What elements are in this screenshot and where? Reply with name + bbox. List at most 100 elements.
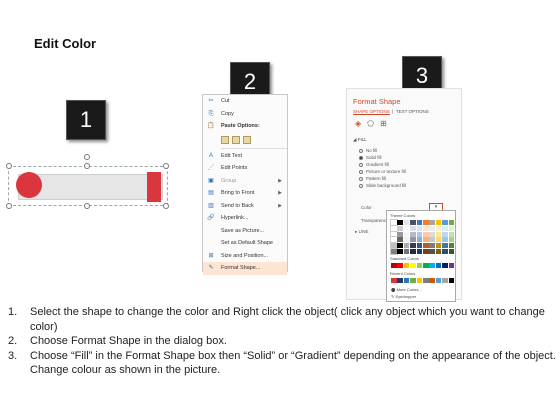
resize-handle[interactable] (6, 203, 12, 209)
menu-item-send-to-back[interactable]: ▥ Send to Back ▶ (203, 200, 287, 213)
color-swatch[interactable] (422, 248, 429, 254)
rotate-handle[interactable] (84, 154, 90, 160)
menu-item-edit-text[interactable]: A Edit Text (203, 150, 287, 163)
resize-handle[interactable] (6, 163, 12, 169)
color-swatch[interactable] (416, 263, 423, 268)
color-swatch[interactable] (448, 225, 455, 231)
color-swatch[interactable] (448, 231, 455, 237)
color-swatch[interactable] (397, 243, 403, 249)
color-swatch[interactable] (429, 263, 435, 268)
color-swatch[interactable] (422, 263, 429, 268)
radio-solid-fill[interactable]: Solid fill (359, 154, 406, 161)
shape-end-cap[interactable] (147, 172, 161, 202)
color-swatch[interactable] (435, 243, 442, 249)
color-swatch[interactable] (403, 237, 410, 243)
line-section-header[interactable]: ▸ LINE (355, 229, 369, 235)
color-swatch[interactable] (403, 278, 410, 283)
color-swatch[interactable] (429, 237, 435, 243)
color-swatch[interactable] (390, 247, 398, 255)
radio-no-fill[interactable]: No fill (359, 147, 406, 154)
menu-item-hyperlink[interactable]: 🔗 Hyperlink... (203, 212, 287, 225)
color-swatch[interactable] (435, 231, 442, 237)
color-swatch[interactable] (429, 243, 435, 249)
paste-keep-format-icon[interactable] (221, 135, 229, 144)
color-swatch[interactable] (435, 225, 442, 231)
color-swatch[interactable] (391, 263, 397, 268)
resize-handle[interactable] (84, 163, 90, 169)
color-swatch[interactable] (397, 231, 403, 237)
color-swatch[interactable] (390, 242, 398, 250)
color-swatch[interactable] (442, 220, 448, 225)
fill-section-header[interactable]: ◢ FILL (353, 137, 367, 143)
color-swatch[interactable] (422, 220, 429, 225)
radio-pattern-fill[interactable]: Pattern fill (359, 175, 406, 182)
color-swatch[interactable] (442, 225, 448, 231)
color-swatch[interactable] (448, 263, 455, 268)
color-swatch[interactable] (429, 248, 435, 254)
color-swatch[interactable] (410, 263, 416, 268)
color-swatch[interactable] (422, 231, 429, 237)
color-swatch[interactable] (403, 243, 410, 249)
resize-handle[interactable] (163, 163, 169, 169)
color-swatch[interactable] (416, 243, 423, 249)
color-swatch[interactable] (403, 225, 410, 231)
menu-item-save-as-picture[interactable]: Save as Picture... (203, 225, 287, 238)
color-swatch[interactable] (410, 248, 416, 254)
color-swatch[interactable] (416, 248, 423, 254)
fill-line-icon[interactable]: ◈ (355, 119, 361, 128)
color-swatch[interactable] (442, 263, 448, 268)
color-swatch[interactable] (416, 237, 423, 243)
color-swatch[interactable] (435, 278, 442, 283)
color-swatch[interactable] (410, 278, 416, 283)
color-swatch[interactable] (410, 237, 416, 243)
color-swatch[interactable] (422, 278, 429, 283)
menu-item-size-position[interactable]: ⊞ Size and Position... (203, 250, 287, 263)
tab-shape-options[interactable]: SHAPE OPTIONS (353, 109, 390, 115)
shape-circle[interactable] (16, 172, 42, 198)
color-swatch[interactable] (429, 231, 435, 237)
tab-text-options[interactable]: TEXT OPTIONS (396, 109, 429, 114)
color-swatch[interactable] (410, 243, 416, 249)
paste-text-icon[interactable] (243, 135, 251, 144)
color-swatch[interactable] (435, 237, 442, 243)
color-swatch[interactable] (435, 220, 442, 225)
color-swatch[interactable] (442, 248, 448, 254)
menu-item-bring-to-front[interactable]: ▤ Bring to Front ▶ (203, 187, 287, 200)
color-swatch[interactable] (397, 225, 403, 231)
color-swatch[interactable] (442, 231, 448, 237)
color-swatch[interactable] (448, 243, 455, 249)
color-swatch[interactable] (390, 224, 398, 232)
color-swatch[interactable] (397, 237, 403, 243)
color-swatch[interactable] (403, 263, 410, 268)
color-swatch[interactable] (442, 237, 448, 243)
selected-shape[interactable] (6, 154, 170, 210)
color-swatch[interactable] (390, 219, 398, 226)
color-swatch[interactable] (397, 220, 403, 225)
color-swatch[interactable] (442, 278, 448, 283)
menu-item-format-shape[interactable]: ✎ Format Shape... (203, 262, 287, 275)
menu-item-cut[interactable]: ✂ Cut (203, 95, 287, 108)
radio-slide-background-fill[interactable]: Slide background fill (359, 182, 406, 189)
menu-item-copy[interactable]: ⎘ Copy (203, 108, 287, 121)
color-swatch[interactable] (416, 220, 423, 225)
resize-handle[interactable] (84, 203, 90, 209)
radio-picture-fill[interactable]: Picture or texture fill (359, 168, 406, 175)
radio-gradient-fill[interactable]: Gradient fill (359, 161, 406, 168)
color-swatch[interactable] (397, 278, 403, 283)
color-swatch[interactable] (448, 237, 455, 243)
color-swatch[interactable] (448, 220, 455, 225)
eyedropper-link[interactable]: ✎ Eyedropper (391, 294, 416, 299)
color-swatch[interactable] (422, 237, 429, 243)
paste-picture-icon[interactable] (232, 135, 240, 144)
menu-item-group[interactable]: ▣ Group ▶ (203, 175, 287, 188)
effects-icon[interactable]: ⬠ (367, 119, 374, 128)
color-swatch[interactable] (391, 278, 397, 283)
color-swatch[interactable] (397, 248, 403, 254)
color-swatch[interactable] (429, 225, 435, 231)
color-swatch[interactable] (410, 225, 416, 231)
color-swatch[interactable] (397, 263, 403, 268)
color-swatch[interactable] (442, 243, 448, 249)
color-swatch[interactable] (429, 220, 435, 225)
color-swatch[interactable] (416, 225, 423, 231)
color-swatch[interactable] (429, 278, 435, 283)
